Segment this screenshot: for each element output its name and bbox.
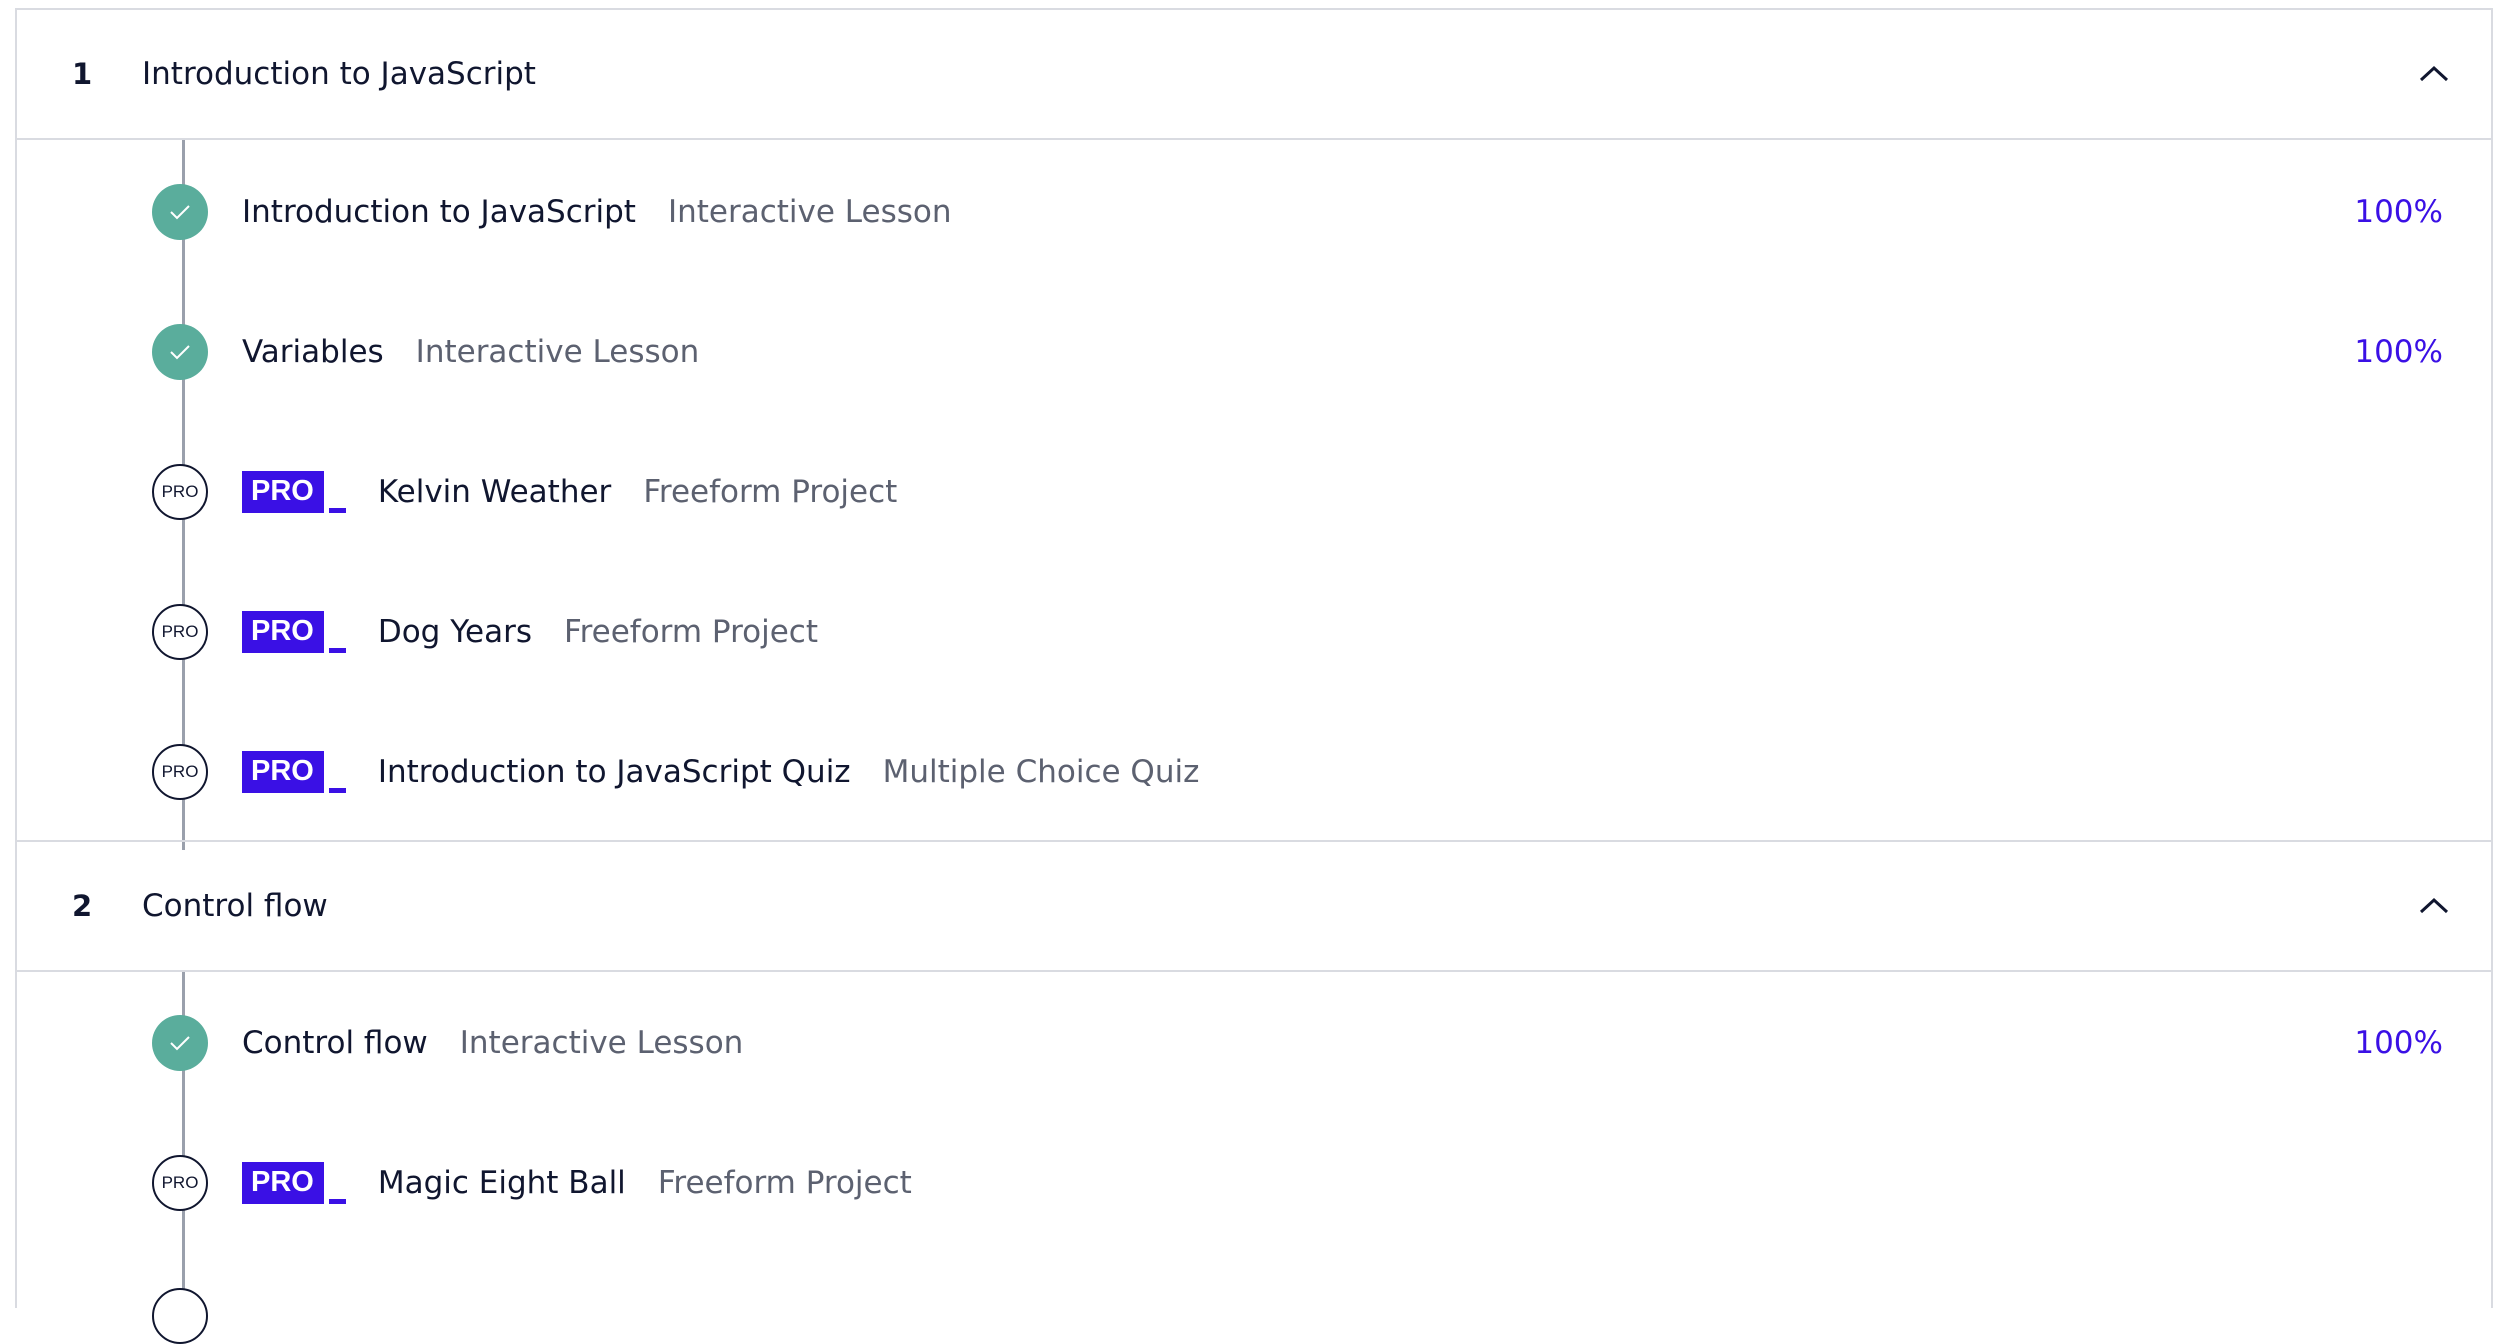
progress-percent: 100% (2354, 334, 2443, 370)
cursor-underscore (328, 648, 346, 653)
item-type: Freeform Project (643, 474, 898, 510)
item-type: Interactive Lesson (667, 194, 952, 230)
list-item[interactable]: PRO PRO Dog Years Freeform Project (17, 597, 2491, 667)
item-type: Freeform Project (657, 1165, 912, 1201)
module-header-1[interactable]: 1 Introduction to JavaScript (17, 10, 2491, 140)
module-number: 2 (72, 889, 93, 923)
check-icon (170, 345, 190, 360)
item-type: Interactive Lesson (415, 334, 700, 370)
list-item[interactable]: Introduction to JavaScript Interactive L… (17, 177, 2491, 247)
check-icon (170, 1036, 190, 1051)
pro-badge-label: PRO (242, 1162, 324, 1204)
complete-status (152, 184, 208, 240)
pro-badge: PRO (242, 751, 346, 793)
pro-status-icon: PRO (152, 464, 208, 520)
item-type: Interactive Lesson (459, 1025, 744, 1061)
item-title: Kelvin Weather (377, 474, 612, 510)
item-title: Variables (242, 334, 384, 370)
pro-status-icon: PRO (152, 1155, 208, 1211)
chevron-up-icon[interactable] (2419, 894, 2449, 916)
pro-status-icon: PRO (152, 604, 208, 660)
item-title: Control flow (242, 1025, 428, 1061)
pro-status-icon (152, 1288, 208, 1344)
item-type: Freeform Project (564, 614, 818, 650)
complete-status (152, 324, 208, 380)
item-type: Multiple Choice Quiz (882, 754, 1200, 790)
list-item[interactable]: PRO PRO Introduction to JavaScript Quiz … (17, 737, 2491, 807)
cursor-underscore (328, 1199, 346, 1204)
item-title: Introduction to JavaScript Quiz (377, 754, 851, 790)
pro-badge: PRO (242, 611, 346, 653)
module-title: Introduction to JavaScript (142, 56, 536, 92)
cursor-underscore (328, 508, 346, 513)
list-item[interactable]: Variables Interactive Lesson 100% (17, 317, 2491, 387)
pro-badge: PRO (242, 471, 346, 513)
pro-badge: PRO (242, 1162, 346, 1204)
list-item[interactable]: Control flow Interactive Lesson 100% (17, 1008, 2491, 1078)
pro-badge-label: PRO (242, 751, 324, 793)
module-title: Control flow (142, 888, 328, 924)
item-title: Introduction to JavaScript (242, 194, 636, 230)
pro-badge-label: PRO (242, 611, 324, 653)
chevron-up-icon[interactable] (2419, 62, 2449, 84)
check-icon (170, 205, 190, 220)
syllabus: 1 Introduction to JavaScript Introductio… (15, 8, 2493, 1344)
cursor-underscore (328, 788, 346, 793)
item-title: Dog Years (377, 614, 532, 650)
module-number: 1 (72, 57, 93, 91)
pro-status-icon: PRO (152, 744, 208, 800)
progress-percent: 100% (2354, 1025, 2443, 1061)
list-item[interactable]: PRO PRO Kelvin Weather Freeform Project (17, 457, 2491, 527)
pro-badge-label: PRO (242, 471, 324, 513)
list-item[interactable]: PRO PRO Magic Eight Ball Freeform Projec… (17, 1148, 2491, 1218)
progress-percent: 100% (2354, 194, 2443, 230)
module-header-2[interactable]: 2 Control flow (17, 840, 2491, 972)
item-title: Magic Eight Ball (377, 1165, 626, 1201)
complete-status (152, 1015, 208, 1071)
